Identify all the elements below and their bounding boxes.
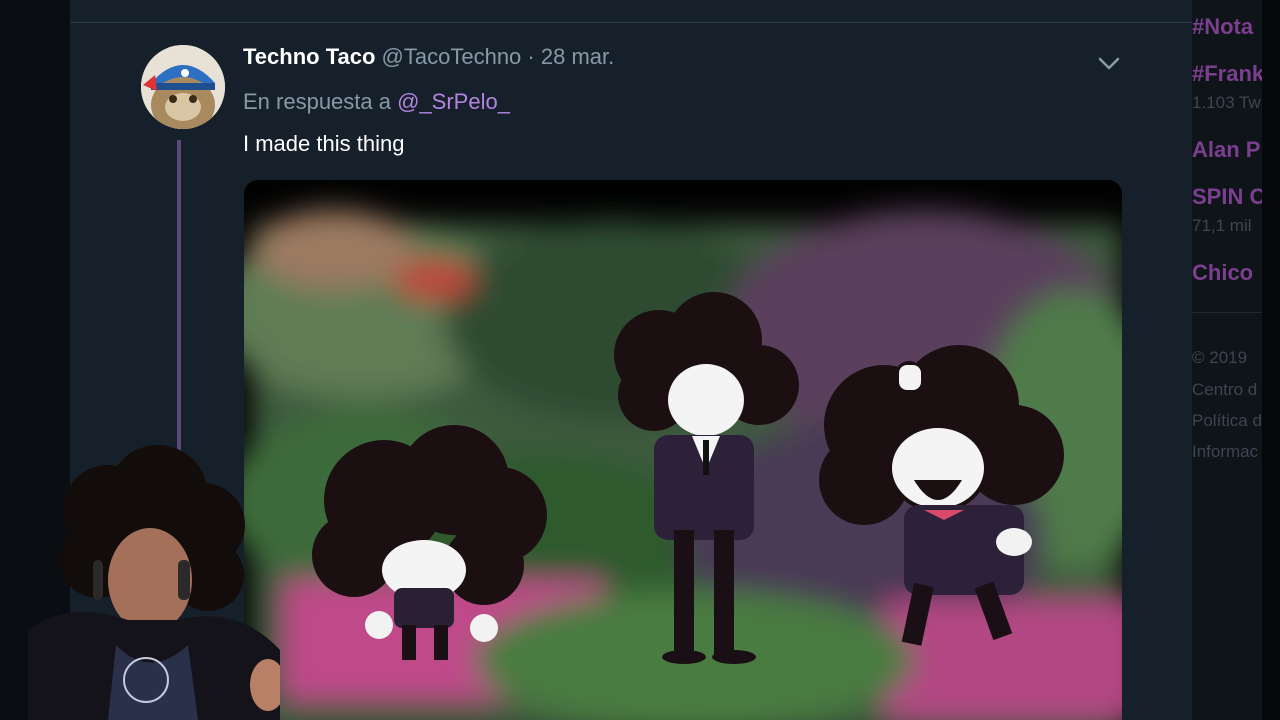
footer-link-help-center[interactable]: Centro d — [1192, 380, 1257, 400]
trend-item-4[interactable]: SPIN C — [1192, 184, 1265, 210]
webcam-overlay — [28, 440, 280, 720]
trend-count-4: 71,1 mil — [1192, 216, 1252, 235]
tweet-text: I made this thing — [243, 131, 405, 156]
reply-mention-link[interactable]: @_SrPelo_ — [397, 89, 510, 114]
user-handle[interactable]: @TacoTechno — [382, 44, 522, 69]
tweet-media-video[interactable] — [244, 180, 1122, 720]
reply-context: En respuesta a @_SrPelo_ — [243, 89, 510, 115]
streamer-webcam — [28, 445, 280, 720]
trend-item-5[interactable]: Chico — [1192, 260, 1253, 286]
tweet-menu-button[interactable] — [1096, 52, 1122, 74]
cat-avatar-icon — [141, 45, 225, 129]
display-name[interactable]: Techno Taco — [243, 44, 375, 69]
user-avatar[interactable] — [141, 45, 225, 129]
tweet-divider — [70, 22, 1192, 23]
trend-item-3[interactable]: Alan P — [1192, 137, 1260, 163]
header-separator: · — [527, 44, 535, 69]
footer-link-policy[interactable]: Política d — [1192, 411, 1262, 431]
footer-copyright: © 2019 — [1192, 348, 1248, 367]
trend-count-2: 1.103 Tw — [1192, 93, 1261, 112]
trend-item-1[interactable]: #Nota — [1192, 14, 1253, 40]
window-edge — [1262, 0, 1280, 720]
trend-item-2[interactable]: #Frank — [1192, 61, 1264, 87]
footer-link-info[interactable]: Informac — [1192, 442, 1258, 462]
chevron-down-icon — [1098, 57, 1120, 70]
tweet-header: Techno Taco @TacoTechno · 28 mar. — [243, 44, 614, 70]
reply-prefix: En respuesta a — [243, 89, 391, 114]
video-frame — [244, 180, 1122, 720]
tweet-date[interactable]: 28 mar. — [541, 44, 614, 69]
thread-line — [177, 140, 181, 470]
